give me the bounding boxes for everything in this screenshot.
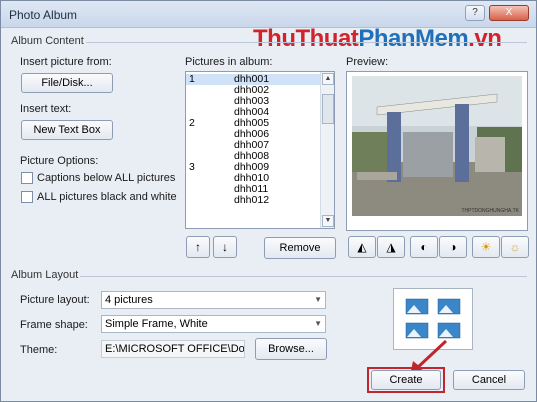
picture-name: dhh001 bbox=[234, 73, 270, 85]
chevron-down-icon: ▼ bbox=[314, 295, 322, 304]
cancel-button-label: Cancel bbox=[471, 374, 507, 386]
album-layout-divider bbox=[9, 276, 527, 277]
list-scrollbar[interactable]: ▲ ▼ bbox=[320, 72, 334, 228]
watermark-part-1: ThuThuat bbox=[253, 25, 359, 52]
scroll-down-icon[interactable]: ▼ bbox=[322, 215, 334, 227]
list-item[interactable]: dhh007 bbox=[186, 140, 321, 151]
close-icon: X bbox=[505, 7, 513, 18]
list-item[interactable]: dhh002 bbox=[186, 85, 321, 96]
arrow-down-icon: ↓ bbox=[222, 240, 228, 254]
picture-name: dhh008 bbox=[234, 150, 270, 162]
slide-number: 1 bbox=[189, 73, 195, 85]
new-text-box-button-label: New Text Box bbox=[33, 124, 101, 136]
file-disk-button[interactable]: File/Disk... bbox=[21, 73, 113, 93]
black-white-checkbox[interactable] bbox=[21, 191, 33, 203]
scroll-up-icon[interactable]: ▲ bbox=[322, 73, 334, 85]
remove-button-label: Remove bbox=[279, 242, 321, 254]
watermark-logo: ThuThuatPhanMem.vn bbox=[253, 25, 502, 53]
captions-option-label: Captions below ALL pictures bbox=[37, 172, 176, 184]
preview-pane: THPTDONGHUNGHA.TK bbox=[346, 71, 528, 231]
browse-button[interactable]: Browse... bbox=[255, 338, 327, 360]
preview-label: Preview: bbox=[346, 56, 389, 68]
list-item[interactable]: 2 dhh005 bbox=[186, 118, 321, 129]
new-text-box-button[interactable]: New Text Box bbox=[21, 120, 113, 140]
window-title: Photo Album bbox=[9, 8, 78, 22]
slide-number: 2 bbox=[189, 117, 195, 129]
cancel-button[interactable]: Cancel bbox=[453, 370, 525, 390]
contrast-down-icon: ◑ bbox=[449, 240, 457, 254]
list-item[interactable]: dhh010 bbox=[186, 173, 321, 184]
scroll-thumb[interactable] bbox=[322, 94, 334, 124]
list-item[interactable]: dhh012 bbox=[186, 195, 321, 206]
picture-name: dhh005 bbox=[234, 117, 270, 129]
preview-caption: THPTDONGHUNGHA.TK bbox=[461, 208, 520, 214]
browse-button-label: Browse... bbox=[268, 343, 314, 355]
picture-name: dhh007 bbox=[234, 139, 270, 151]
chevron-down-icon: ▼ bbox=[314, 319, 322, 328]
slide-number: 3 bbox=[189, 161, 195, 173]
picture-name: dhh009 bbox=[234, 161, 270, 173]
picture-name: dhh006 bbox=[234, 128, 270, 140]
pictures-in-album-label: Pictures in album: bbox=[185, 56, 273, 68]
help-icon: ? bbox=[472, 7, 478, 18]
contrast-down-button[interactable]: ◑ bbox=[439, 236, 467, 258]
picture-layout-value: 4 pictures bbox=[105, 294, 153, 306]
title-bar: Photo Album ? X bbox=[1, 1, 536, 28]
picture-options-label: Picture Options: bbox=[20, 155, 99, 167]
picture-name: dhh002 bbox=[234, 84, 270, 96]
list-item[interactable]: 3 dhh009 bbox=[186, 162, 321, 173]
brightness-down-button[interactable]: ☼ bbox=[501, 236, 529, 258]
theme-label: Theme: bbox=[20, 344, 58, 356]
remove-button[interactable]: Remove bbox=[264, 237, 336, 259]
picture-name: dhh003 bbox=[234, 95, 270, 107]
list-item[interactable]: dhh003 bbox=[186, 96, 321, 107]
contrast-up-button[interactable]: ◐ bbox=[410, 236, 438, 258]
create-button-label: Create bbox=[389, 374, 423, 386]
brightness-down-icon: ☼ bbox=[509, 240, 521, 254]
brightness-up-button[interactable]: ☀ bbox=[472, 236, 500, 258]
album-content-label: Album Content bbox=[9, 35, 86, 47]
rotate-left-button[interactable]: ◭ bbox=[348, 236, 376, 258]
captions-checkbox[interactable] bbox=[21, 172, 33, 184]
list-item[interactable]: dhh008 bbox=[186, 151, 321, 162]
theme-value: E:\MICROSOFT OFFICE\Docu bbox=[105, 343, 245, 355]
close-button[interactable]: X bbox=[489, 5, 529, 21]
watermark-part-3: .vn bbox=[468, 25, 502, 52]
frame-shape-select[interactable]: Simple Frame, White ▼ bbox=[101, 315, 326, 333]
picture-layout-label: Picture layout: bbox=[20, 294, 90, 306]
picture-name: dhh011 bbox=[234, 183, 269, 195]
list-item[interactable]: dhh011 bbox=[186, 184, 321, 195]
list-item[interactable]: dhh006 bbox=[186, 129, 321, 140]
picture-layout-select[interactable]: 4 pictures ▼ bbox=[101, 291, 326, 309]
pictures-listbox[interactable]: dhh012 dhh011 dhh010 3 dhh009 dhh008 dhh007 dhh… bbox=[185, 71, 335, 229]
frame-shape-label: Frame shape: bbox=[20, 319, 88, 331]
rotate-left-icon: ◭ bbox=[357, 240, 367, 254]
rotate-right-button[interactable]: ◮ bbox=[377, 236, 405, 258]
preview-photo bbox=[352, 76, 522, 216]
album-content-divider bbox=[9, 42, 527, 43]
create-button[interactable]: Create bbox=[371, 370, 441, 390]
file-disk-button-label: File/Disk... bbox=[41, 77, 93, 89]
list-item[interactable]: 1 dhh001 bbox=[186, 74, 321, 85]
insert-picture-label: Insert picture from: bbox=[20, 56, 112, 68]
picture-name: dhh010 bbox=[234, 172, 270, 184]
help-button[interactable]: ? bbox=[465, 5, 485, 21]
arrow-up-icon: ↑ bbox=[195, 240, 201, 254]
insert-text-label: Insert text: bbox=[20, 103, 72, 115]
frame-shape-value: Simple Frame, White bbox=[105, 318, 208, 330]
move-up-button[interactable]: ↑ bbox=[186, 236, 210, 258]
picture-name: dhh004 bbox=[234, 106, 270, 118]
picture-name: dhh012 bbox=[234, 194, 270, 206]
rotate-right-icon: ◮ bbox=[386, 240, 396, 254]
album-layout-label: Album Layout bbox=[9, 269, 81, 281]
brightness-up-icon: ☀ bbox=[480, 240, 492, 254]
contrast-up-icon: ◐ bbox=[420, 240, 428, 254]
list-item[interactable]: dhh004 bbox=[186, 107, 321, 118]
theme-field[interactable]: E:\MICROSOFT OFFICE\Docu bbox=[101, 340, 245, 358]
black-white-option-label: ALL pictures black and white bbox=[37, 191, 177, 203]
photo-album-dialog: Photo Album ? X ThuThuatPhanMem.vn Album… bbox=[0, 0, 537, 402]
move-down-button[interactable]: ↓ bbox=[213, 236, 237, 258]
watermark-part-2: PhanMem bbox=[358, 25, 469, 52]
